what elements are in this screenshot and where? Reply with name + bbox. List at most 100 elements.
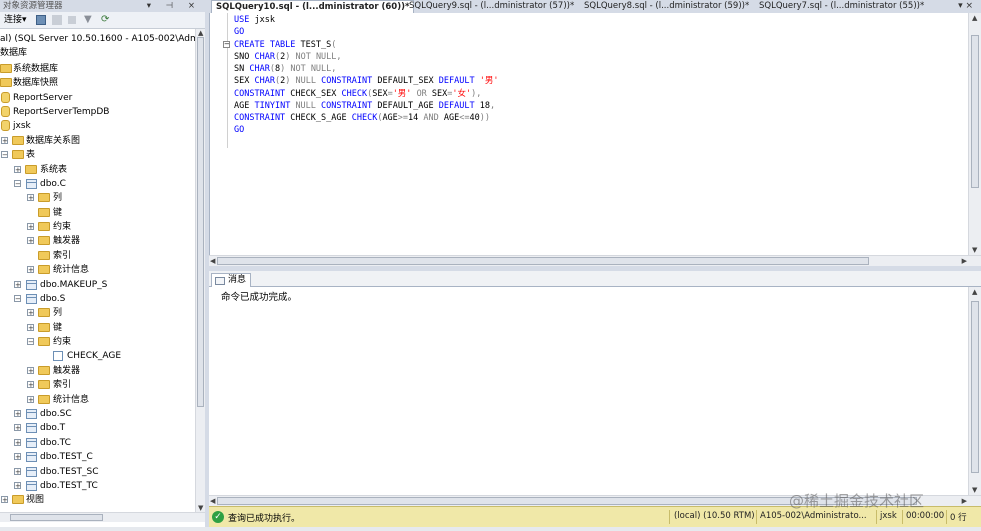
expand-icon[interactable]: + <box>1 496 8 504</box>
folder-icon <box>38 366 50 375</box>
expand-icon[interactable]: + <box>27 309 34 317</box>
tab-messages[interactable]: 消息 <box>211 273 252 288</box>
collapse-icon[interactable]: − <box>1 151 8 159</box>
database-icon <box>1 92 10 103</box>
scrollbar-thumb[interactable] <box>197 37 204 407</box>
status-divider <box>876 510 877 524</box>
document-tabs: SQLQuery10.sql - (l...dministrator (60))… <box>209 0 981 14</box>
code-line: GO <box>234 27 245 38</box>
status-message: 查询已成功执行。 <box>228 514 301 524</box>
status-server: (local) (10.50 RTM) <box>674 511 755 521</box>
scrollbar-thumb[interactable] <box>10 514 103 521</box>
code-line: CONSTRAINT CHECK_SEX CHECK(SEX='男' OR SE… <box>234 88 482 99</box>
folder-icon <box>38 337 50 346</box>
scroll-left-icon[interactable]: ◀ <box>210 257 215 265</box>
scroll-down-icon[interactable]: ▼ <box>972 246 977 254</box>
table-icon <box>26 280 37 290</box>
folder-icon <box>38 395 50 404</box>
panel-controls[interactable]: ▾ ⊣ × <box>147 0 201 12</box>
status-user: A105-002\Administrato... <box>760 511 867 521</box>
collapse-icon[interactable]: − <box>14 180 21 188</box>
expand-icon[interactable]: + <box>27 324 34 332</box>
status-divider <box>946 510 947 524</box>
scroll-down-icon[interactable]: ▼ <box>198 504 203 512</box>
tab-sqlquery10[interactable]: SQLQuery10.sql - (l...dministrator (60))… <box>211 0 415 14</box>
expand-icon[interactable]: + <box>14 410 21 418</box>
folder-icon <box>12 136 24 145</box>
code-line: SN CHAR(8) NOT NULL, <box>234 64 337 74</box>
code-line: USE jxsk <box>234 15 275 25</box>
outline-collapse-icon[interactable]: − <box>223 41 230 48</box>
table-icon <box>26 452 37 462</box>
object-explorer-title-label: 对象资源管理器 <box>3 1 63 11</box>
collapse-icon[interactable]: − <box>14 295 21 303</box>
expand-icon[interactable]: + <box>14 453 21 461</box>
message-icon <box>215 277 225 285</box>
disconnect-icon[interactable] <box>52 15 62 25</box>
tab-close-icon[interactable]: ▾ × <box>958 0 973 13</box>
status-divider <box>902 510 903 524</box>
code-line: AGE TINYINT NULL CONSTRAINT DEFAULT_AGE … <box>234 100 496 111</box>
expand-icon[interactable]: + <box>27 381 34 389</box>
object-explorer-horizontal-scrollbar[interactable] <box>0 512 205 522</box>
tab-sqlquery9[interactable]: SQLQuery9.sql - (l...dministrator (57))* <box>405 0 578 13</box>
expand-icon[interactable]: + <box>27 223 34 231</box>
expand-icon[interactable]: + <box>27 194 34 202</box>
window-bottom-strip <box>0 527 981 531</box>
scrollbar-thumb[interactable] <box>971 301 979 473</box>
connect-button[interactable]: 连接▾ <box>4 13 27 27</box>
result-message: 命令已成功完成。 <box>221 292 298 303</box>
filter-icon[interactable]: ▼ <box>84 15 92 29</box>
folder-icon <box>38 308 50 317</box>
scroll-up-icon[interactable]: ▲ <box>198 29 203 37</box>
editor-vertical-scrollbar[interactable]: ▲ ▼ <box>968 13 981 255</box>
stop-icon[interactable] <box>68 16 76 24</box>
scrollbar-thumb[interactable] <box>217 257 869 265</box>
object-explorer-vertical-scrollbar[interactable]: ▲ ▼ <box>195 29 205 512</box>
table-icon <box>26 481 37 491</box>
expand-icon[interactable]: + <box>1 137 8 145</box>
expand-icon[interactable]: + <box>14 424 21 432</box>
editor-horizontal-scrollbar[interactable]: ◀ ▶ <box>209 255 981 266</box>
code-line: SNO CHAR(2) NOT NULL, <box>234 51 342 62</box>
scroll-up-icon[interactable]: ▲ <box>972 14 977 22</box>
table-icon <box>26 423 37 433</box>
tab-sqlquery8[interactable]: SQLQuery8.sql - (l...dministrator (59))* <box>580 0 753 13</box>
scroll-down-icon[interactable]: ▼ <box>972 486 977 494</box>
collapse-icon[interactable]: − <box>27 338 34 346</box>
table-icon <box>26 294 37 304</box>
database-icon <box>1 120 10 131</box>
scrollbar-thumb[interactable] <box>971 35 979 188</box>
folder-icon <box>38 208 50 217</box>
connect-icon[interactable] <box>36 15 46 25</box>
results-pane[interactable]: 命令已成功完成。 <box>209 287 968 495</box>
status-divider <box>669 510 670 524</box>
tab-sqlquery7[interactable]: SQLQuery7.sql - (l...dministrator (55))* <box>755 0 928 13</box>
expand-icon[interactable]: + <box>14 482 21 490</box>
results-tabs: 消息 <box>209 271 981 288</box>
expand-icon[interactable]: + <box>27 237 34 245</box>
refresh-icon[interactable]: ⟳ <box>101 15 109 29</box>
code-line: GO <box>234 125 245 136</box>
scroll-right-icon[interactable]: ▶ <box>962 497 967 505</box>
expand-icon[interactable]: + <box>14 439 21 447</box>
results-vertical-scrollbar[interactable]: ▲ ▼ <box>968 287 981 495</box>
folder-icon <box>38 380 50 389</box>
expand-icon[interactable]: + <box>27 396 34 404</box>
expand-icon[interactable]: + <box>14 166 21 174</box>
scroll-left-icon[interactable]: ◀ <box>210 497 215 505</box>
sql-code[interactable]: USE jxsk GO CREATE TABLE TEST_S( SNO CHA… <box>234 14 499 137</box>
table-icon <box>26 409 37 419</box>
scroll-right-icon[interactable]: ▶ <box>962 257 967 265</box>
expand-icon[interactable]: + <box>27 367 34 375</box>
scroll-up-icon[interactable]: ▲ <box>972 288 977 296</box>
expand-icon[interactable]: + <box>14 468 21 476</box>
folder-icon <box>38 323 50 332</box>
table-icon <box>26 438 37 448</box>
folder-icon <box>38 265 50 274</box>
expand-icon[interactable]: + <box>14 281 21 289</box>
query-editor[interactable]: USE jxsk GO CREATE TABLE TEST_S( SNO CHA… <box>209 13 968 255</box>
status-time: 00:00:00 <box>906 511 945 521</box>
expand-icon[interactable]: + <box>27 266 34 274</box>
tab-messages-label: 消息 <box>228 275 247 285</box>
